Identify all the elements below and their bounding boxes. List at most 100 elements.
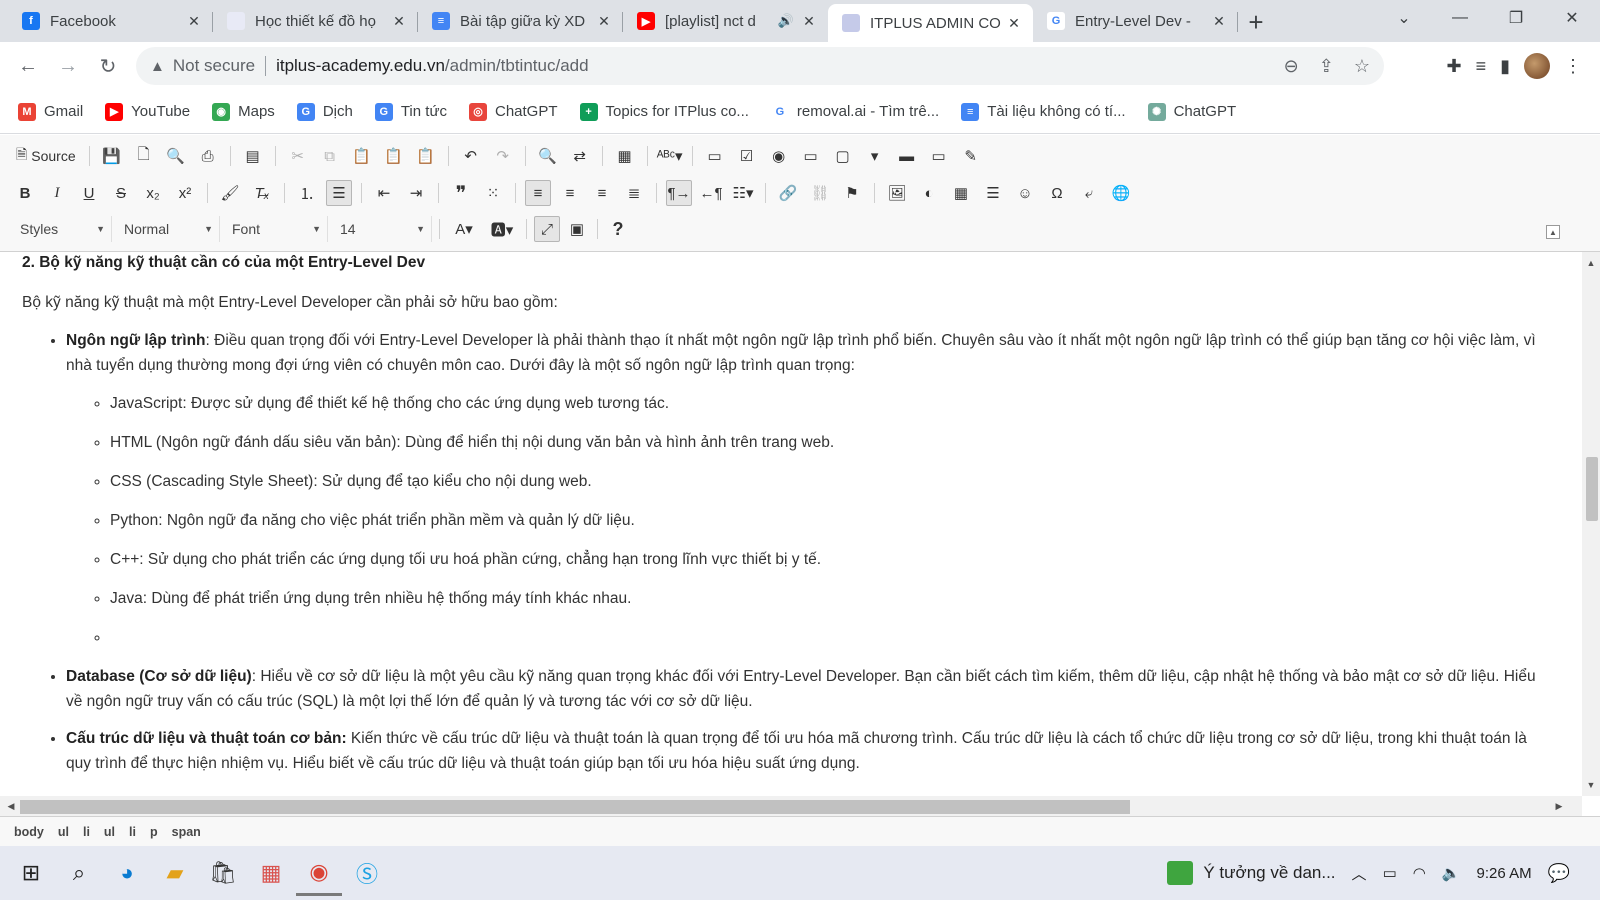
bold-icon[interactable]: B [12,180,38,206]
close-icon[interactable]: ✕ [185,12,203,30]
bookmark-item[interactable]: ◎ ChatGPT [469,102,558,121]
hidden-field-icon[interactable]: ✎ [958,143,984,169]
help-icon[interactable]: ? [605,216,631,242]
office-icon[interactable]: ▦ [248,850,294,896]
collapse-toolbar-icon[interactable]: ▲ [1546,225,1560,239]
edge-icon[interactable]: ◕ [104,850,150,896]
image-button-icon[interactable]: ▭ [926,143,952,169]
redo-icon[interactable]: ↷ [490,143,516,169]
chevron-up-icon[interactable]: ︿ [1352,863,1367,884]
path-element[interactable]: li [83,825,90,839]
bookmark-item[interactable]: M Gmail [18,102,83,121]
rtl-icon[interactable]: ←¶ [698,180,724,206]
tab[interactable]: ≡ Bài tập giữa kỳ XD ✕ [418,4,623,38]
reload-button[interactable]: ↻ [88,46,128,86]
iframe-icon[interactable]: 🌐 [1108,180,1134,206]
volume-icon[interactable]: 🔈 [1442,864,1461,882]
close-icon[interactable]: ✕ [800,12,818,30]
save-icon[interactable]: 💾 [99,143,125,169]
justify-icon[interactable]: ≣ [621,180,647,206]
table-icon[interactable]: ▦ [948,180,974,206]
zoom-icon[interactable]: ⊖ [1284,56,1299,77]
store-icon[interactable]: 🛍 [200,850,246,896]
avatar[interactable] [1524,53,1550,79]
scroll-thumb[interactable] [1586,457,1598,521]
new-tab-button[interactable]: + [1238,4,1274,40]
notification-widget[interactable]: Ý tưởng về dan... [1167,861,1336,885]
close-icon[interactable]: ✕ [390,12,408,30]
restore-button[interactable]: ❐ [1488,0,1544,36]
extensions-icon[interactable]: ✚ [1446,56,1461,77]
minimize-button[interactable]: — [1432,0,1488,36]
paste-word-icon[interactable]: 📋 [413,143,439,169]
textfield-icon[interactable]: ▭ [798,143,824,169]
close-window-button[interactable]: ✕ [1544,0,1600,36]
indent-icon[interactable]: ⇥ [403,180,429,206]
close-icon[interactable]: ✕ [1210,12,1228,30]
notifications-icon[interactable]: 💬 [1548,863,1570,884]
replace-icon[interactable]: ⇄ [567,143,593,169]
strike-icon[interactable]: S [108,180,134,206]
horizontal-scrollbar[interactable]: ◀ ▶ [0,796,1582,816]
align-left-icon[interactable]: ≡ [525,180,551,206]
path-element[interactable]: p [150,825,158,839]
textarea-icon[interactable]: ▢ [830,143,856,169]
close-icon[interactable]: ✕ [1005,14,1023,32]
numbered-list-icon[interactable]: ⒈ [294,180,320,206]
superscript-icon[interactable]: x² [172,180,198,206]
path-element[interactable]: ul [58,825,69,839]
styles-dropdown[interactable]: Styles ▼ [12,216,112,242]
copy-icon[interactable]: ⧉ [317,143,343,169]
align-right-icon[interactable]: ≡ [589,180,615,206]
format-dropdown[interactable]: Normal ▼ [116,216,220,242]
text-color-icon[interactable]: A▾ [447,216,481,242]
image-icon[interactable]: 🖼 [884,180,910,206]
vertical-scrollbar[interactable]: ▲ ▼ [1582,252,1600,796]
share-icon[interactable]: ⇪ [1319,56,1334,77]
smiley-icon[interactable]: ☺ [1012,180,1038,206]
chrome-icon[interactable]: ◉ [296,850,342,896]
remove-format-icon[interactable]: T̶ₓ [249,180,275,206]
find-icon[interactable]: 🔍 [535,143,561,169]
print-icon[interactable]: ⎙ [195,143,221,169]
cut-icon[interactable]: ✂ [285,143,311,169]
font-size-dropdown[interactable]: 14 ▼ [332,216,432,242]
div-container-icon[interactable]: ⁙ [480,180,506,206]
scroll-down-icon[interactable]: ▼ [1582,776,1600,794]
blockquote-icon[interactable]: ❞ [448,180,474,206]
address-bar[interactable]: ▲ Not secure itplus-academy.edu.vn/admin… [136,47,1384,85]
subscript-icon[interactable]: x₂ [140,180,166,206]
bookmark-item[interactable]: ≡ Tài liệu không có tí... [961,102,1126,121]
tab[interactable]: f Facebook ✕ [8,4,213,38]
path-element[interactable]: ul [104,825,115,839]
preview-icon[interactable]: 🔍 [163,143,189,169]
undo-icon[interactable]: ↶ [458,143,484,169]
maximize-icon[interactable]: ⤢ [534,216,560,242]
page-break-icon[interactable]: ⤶ [1076,180,1102,206]
checkbox-icon[interactable]: ☑ [734,143,760,169]
language-icon[interactable]: ☷▾ [730,180,756,206]
bookmark-item[interactable]: G Tin tức [374,102,447,121]
button-field-icon[interactable]: ▬ [894,143,920,169]
show-blocks-icon[interactable]: ▣ [564,216,590,242]
font-dropdown[interactable]: Font ▼ [224,216,328,242]
security-label[interactable]: Not secure [173,56,255,76]
background-color-icon[interactable]: 🅰▾ [485,216,519,242]
scroll-up-icon[interactable]: ▲ [1582,254,1600,272]
back-button[interactable]: ← [8,46,48,86]
scroll-left-icon[interactable]: ◀ [2,796,20,816]
select-all-icon[interactable]: ▦ [612,143,638,169]
path-element[interactable]: span [172,825,201,839]
italic-icon[interactable]: I [44,180,70,206]
unlink-icon[interactable]: ⛓ [807,180,833,206]
paste-icon[interactable]: 📋 [349,143,375,169]
bookmark-item[interactable]: ✺ ChatGPT [1147,102,1236,121]
clock[interactable]: 9:26 AM [1477,865,1532,882]
tab[interactable]: ITPLUS ADMIN CO ✕ [828,4,1033,42]
flash-icon[interactable]: ◐ [916,180,942,206]
skype-icon[interactable]: Ⓢ [344,850,390,896]
new-page-icon[interactable]: 🗋 [131,143,157,169]
scroll-right-icon[interactable]: ▶ [1550,796,1568,816]
anchor-icon[interactable]: ⚑ [839,180,865,206]
side-panel-icon[interactable]: ▮ [1500,56,1510,77]
